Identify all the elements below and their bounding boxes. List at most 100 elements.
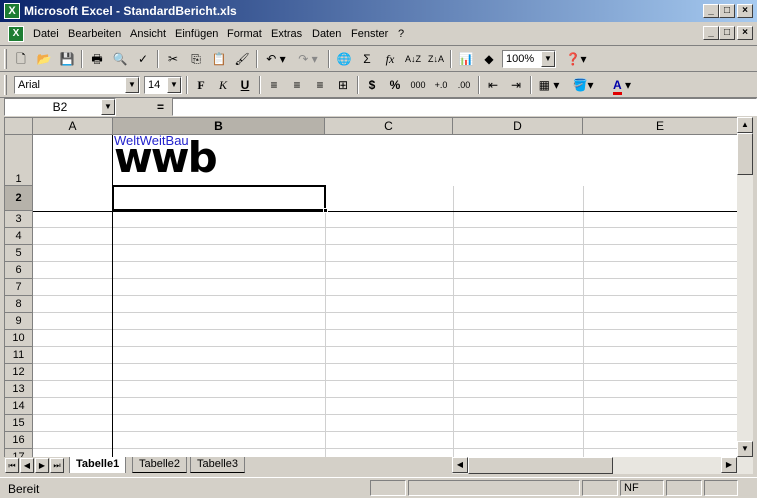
percent-button[interactable]: % (384, 75, 406, 95)
vertical-scrollbar[interactable]: ▲ ▼ (737, 117, 753, 457)
new-file-icon[interactable]: 🗋 (10, 49, 32, 69)
formula-equals[interactable]: = (157, 100, 164, 114)
increase-decimal-icon[interactable]: +.0 (430, 75, 452, 95)
minimize-button[interactable]: _ (703, 4, 719, 18)
menu-ansicht[interactable]: Ansicht (130, 28, 166, 40)
save-icon[interactable]: 💾 (56, 49, 78, 69)
chart-wizard-icon[interactable]: 📊 (455, 49, 477, 69)
function-icon[interactable]: fx (379, 49, 401, 69)
name-box[interactable]: B2 ▼ (4, 98, 116, 116)
row-header-10[interactable]: 10 (5, 330, 33, 347)
row-header-8[interactable]: 8 (5, 296, 33, 313)
thousands-button[interactable]: 000 (407, 75, 429, 95)
font-size-select[interactable]: 14 ▼ (144, 76, 182, 94)
bold-button[interactable]: F (190, 75, 212, 95)
column-header-e[interactable]: E (583, 118, 737, 135)
undo-icon[interactable]: ↶ ▾ (261, 49, 291, 69)
first-sheet-icon[interactable]: ⏮ (5, 458, 19, 473)
row-header-13[interactable]: 13 (5, 381, 33, 398)
format-painter-icon[interactable]: 🖌 (231, 49, 253, 69)
row-header-9[interactable]: 9 (5, 313, 33, 330)
autosum-icon[interactable]: Σ (356, 49, 378, 69)
scroll-up-icon[interactable]: ▲ (737, 117, 753, 133)
scroll-left-icon[interactable]: ◀ (452, 457, 468, 473)
fill-color-icon[interactable]: 🪣▾ (568, 75, 598, 95)
horizontal-scrollbar[interactable]: ◀ ▶ (452, 457, 753, 474)
toolbar-grip[interactable] (4, 49, 7, 69)
align-center-icon[interactable]: ≡ (286, 75, 308, 95)
spellcheck-icon[interactable]: ✓ (132, 49, 154, 69)
row-header-12[interactable]: 12 (5, 364, 33, 381)
formula-input[interactable] (172, 98, 757, 116)
tab-tabelle3[interactable]: Tabelle3 (190, 457, 245, 473)
row-header-5[interactable]: 5 (5, 245, 33, 262)
open-folder-icon[interactable]: 📂 (33, 49, 55, 69)
menu-fenster[interactable]: Fenster (351, 28, 388, 40)
chevron-down-icon[interactable]: ▼ (125, 77, 139, 93)
row-header-4[interactable]: 4 (5, 228, 33, 245)
column-header-c[interactable]: C (325, 118, 453, 135)
next-sheet-icon[interactable]: ▶ (35, 458, 49, 473)
borders-icon[interactable]: ▦ ▾ (534, 75, 564, 95)
row-header-3[interactable]: 3 (5, 211, 33, 228)
active-cell-b2[interactable] (112, 185, 328, 213)
menu-bearbeiten[interactable]: Bearbeiten (68, 28, 121, 40)
currency-button[interactable]: $ (361, 75, 383, 95)
doc-restore-button[interactable]: □ (719, 26, 735, 40)
menu-einfuegen[interactable]: Einfügen (175, 28, 218, 40)
sort-descending-icon[interactable]: Z↓A (425, 49, 447, 69)
doc-minimize-button[interactable]: _ (703, 26, 719, 40)
horizontal-scroll-thumb[interactable] (468, 457, 613, 474)
select-all-corner[interactable] (5, 118, 33, 135)
vertical-scroll-thumb[interactable] (737, 133, 753, 175)
print-icon[interactable]: 🖶 (86, 49, 108, 69)
menu-help[interactable]: ? (398, 28, 404, 40)
row-header-6[interactable]: 6 (5, 262, 33, 279)
worksheet-grid[interactable]: A B C D E 1 2 3 4 5 6 7 8 9 10 11 12 13 … (4, 117, 737, 457)
merge-center-icon[interactable]: ⊞ (332, 75, 354, 95)
row-header-11[interactable]: 11 (5, 347, 33, 364)
tab-tabelle2[interactable]: Tabelle2 (132, 457, 187, 473)
tab-tabelle1[interactable]: Tabelle1 (69, 457, 127, 473)
row-header-1[interactable]: 1 (5, 135, 33, 186)
row-header-17[interactable]: 17 (5, 449, 33, 457)
cut-icon[interactable]: ✂ (162, 49, 184, 69)
menu-datei[interactable]: Datei (33, 28, 59, 40)
chevron-down-icon[interactable]: ▼ (101, 99, 115, 115)
fill-handle[interactable] (323, 208, 328, 213)
column-header-d[interactable]: D (453, 118, 583, 135)
paste-icon[interactable]: 📋 (208, 49, 230, 69)
redo-icon[interactable]: ↷ ▾ (293, 49, 323, 69)
row-header-2[interactable]: 2 (5, 186, 33, 211)
menu-format[interactable]: Format (227, 28, 262, 40)
decrease-indent-icon[interactable]: ⇤ (482, 75, 504, 95)
prev-sheet-icon[interactable]: ◀ (20, 458, 34, 473)
align-right-icon[interactable]: ≡ (309, 75, 331, 95)
close-button[interactable]: × (737, 4, 753, 18)
font-color-icon[interactable]: A ▾ (602, 75, 642, 95)
italic-button[interactable]: K (212, 75, 234, 95)
hyperlink-icon[interactable]: 🌐 (333, 49, 355, 69)
sort-ascending-icon[interactable]: A↓Z (402, 49, 424, 69)
increase-indent-icon[interactable]: ⇥ (505, 75, 527, 95)
underline-button[interactable]: U (234, 75, 256, 95)
row-header-16[interactable]: 16 (5, 432, 33, 449)
doc-close-button[interactable]: × (737, 26, 753, 40)
row-header-7[interactable]: 7 (5, 279, 33, 296)
help-icon[interactable]: ❓▾ (561, 49, 591, 69)
menu-extras[interactable]: Extras (271, 28, 302, 40)
maximize-button[interactable]: □ (719, 4, 735, 18)
decrease-decimal-icon[interactable]: .00 (453, 75, 475, 95)
chevron-down-icon[interactable]: ▼ (167, 77, 181, 93)
align-left-icon[interactable]: ≡ (263, 75, 285, 95)
font-name-select[interactable]: Arial ▼ (14, 76, 140, 94)
scroll-down-icon[interactable]: ▼ (737, 441, 753, 457)
scroll-right-icon[interactable]: ▶ (721, 457, 737, 473)
excel-icon[interactable]: X (4, 3, 20, 19)
toolbar-grip[interactable] (4, 75, 7, 95)
menu-daten[interactable]: Daten (312, 28, 341, 40)
chevron-down-icon[interactable]: ▼ (541, 51, 555, 67)
drawing-icon[interactable]: ◆ (478, 49, 500, 69)
zoom-select[interactable]: 100% ▼ (502, 50, 556, 68)
print-preview-icon[interactable]: 🔍 (109, 49, 131, 69)
